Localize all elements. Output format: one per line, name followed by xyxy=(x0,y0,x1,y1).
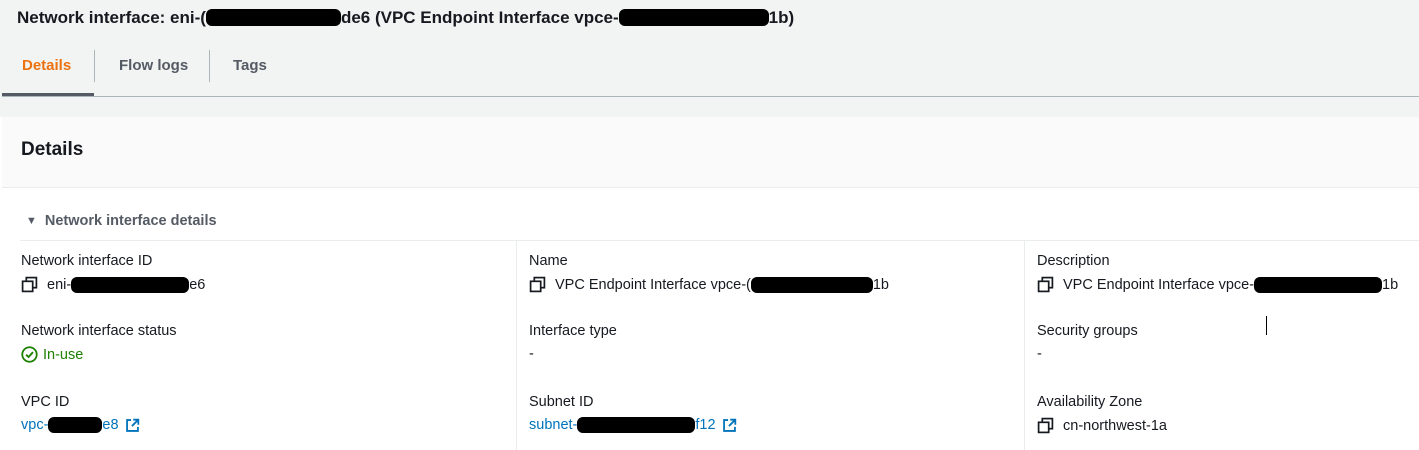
text-cursor xyxy=(1266,316,1267,335)
copy-icon[interactable] xyxy=(1037,417,1054,434)
details-container: Details ▼ Network interface details Netwo… xyxy=(2,117,1419,450)
tab-divider xyxy=(94,50,95,82)
redaction-bar xyxy=(750,276,873,293)
tab-details[interactable]: Details xyxy=(22,50,71,88)
field-label: Description xyxy=(1037,253,1110,269)
field-value: VPC Endpoint Interface vpce-( 1b xyxy=(529,276,889,293)
subnet-suffix: f12 xyxy=(695,417,716,433)
field-label: VPC ID xyxy=(21,394,70,410)
field-value: - xyxy=(1037,346,1042,362)
external-link-icon[interactable] xyxy=(722,418,737,433)
field-label: Subnet ID xyxy=(529,394,594,410)
page-title: Network interface: eni-( de6 (VPC Endpoin… xyxy=(17,8,794,28)
field-label: Availability Zone xyxy=(1037,394,1143,410)
external-link-icon[interactable] xyxy=(125,418,140,433)
vpc-id-link[interactable]: vpc-e8 xyxy=(21,417,140,433)
status-ok-icon xyxy=(21,346,38,363)
redaction-bar xyxy=(48,417,103,433)
redaction-bar xyxy=(618,9,769,26)
field-label: Network interface ID xyxy=(21,253,153,269)
field-value: - xyxy=(529,346,534,362)
copy-icon[interactable] xyxy=(529,276,546,293)
field-network-interface-id: Network interface ID eni-e6 xyxy=(21,253,205,293)
name-prefix: VPC Endpoint Interface vpce-( xyxy=(555,276,751,293)
page-title-prefix: Network interface: eni-( xyxy=(17,8,206,27)
status-text: In-use xyxy=(43,346,84,363)
section-title: Network interface details xyxy=(44,213,217,229)
field-description: Description VPC Endpoint Interface vpce-… xyxy=(1037,253,1398,293)
field-value: cn-northwest-1a xyxy=(1037,417,1167,434)
tab-divider xyxy=(209,50,210,82)
tab-flow-logs[interactable]: Flow logs xyxy=(119,50,188,88)
copy-icon[interactable] xyxy=(21,276,38,293)
section-divider xyxy=(20,240,1419,241)
redaction-bar xyxy=(577,417,696,433)
subnet-id-link[interactable]: subnet-f12 xyxy=(529,417,737,433)
container-title: Details xyxy=(21,139,84,160)
field-name: Name VPC Endpoint Interface vpce-( 1b xyxy=(529,253,889,293)
subnet-prefix: subnet- xyxy=(529,417,578,433)
column-divider xyxy=(516,241,517,450)
field-label: Name xyxy=(529,253,568,269)
copy-icon[interactable] xyxy=(1037,276,1054,293)
page-header: Network interface: eni-( de6 (VPC Endpoin… xyxy=(0,0,1419,117)
redaction-bar xyxy=(71,276,190,293)
redaction-bar xyxy=(205,9,341,26)
field-security-groups: Security groups - xyxy=(1037,323,1138,362)
description-suffix: 1b xyxy=(1382,276,1399,293)
container-header: Details xyxy=(2,117,1419,188)
caret-down-icon: ▼ xyxy=(26,215,37,227)
field-value: VPC Endpoint Interface vpce- 1b xyxy=(1037,276,1398,293)
vpc-suffix: e8 xyxy=(102,417,119,433)
field-label: Security groups xyxy=(1037,323,1138,339)
eni-prefix: eni- xyxy=(47,276,72,293)
description-prefix: VPC Endpoint Interface vpce- xyxy=(1063,276,1255,293)
vpc-prefix: vpc- xyxy=(21,417,49,433)
tab-bar: Details Flow logs Tags xyxy=(2,42,1419,97)
field-network-interface-status: Network interface status In-use xyxy=(21,323,177,363)
section-toggle-network-interface-details[interactable]: ▼ Network interface details xyxy=(26,213,217,229)
tabs-baseline xyxy=(2,96,1419,97)
field-subnet-id: Subnet ID subnet-f12 xyxy=(529,394,737,433)
availability-zone-value: cn-northwest-1a xyxy=(1063,417,1167,434)
field-interface-type: Interface type - xyxy=(529,323,617,362)
field-label: Network interface status xyxy=(21,323,177,339)
field-vpc-id: VPC ID vpc-e8 xyxy=(21,394,140,433)
status-indicator: In-use xyxy=(21,346,177,363)
field-value: eni-e6 xyxy=(21,276,205,293)
page-title-end: 1b) xyxy=(768,8,795,27)
redaction-bar xyxy=(1254,276,1383,293)
field-label: Interface type xyxy=(529,323,617,339)
name-suffix: 1b xyxy=(872,276,889,293)
tab-tags[interactable]: Tags xyxy=(233,50,267,88)
column-divider xyxy=(1024,241,1025,450)
field-availability-zone: Availability Zone cn-northwest-1a xyxy=(1037,394,1167,434)
page-title-middle: de6 (VPC Endpoint Interface vpce- xyxy=(340,8,619,27)
eni-suffix: e6 xyxy=(189,276,206,293)
